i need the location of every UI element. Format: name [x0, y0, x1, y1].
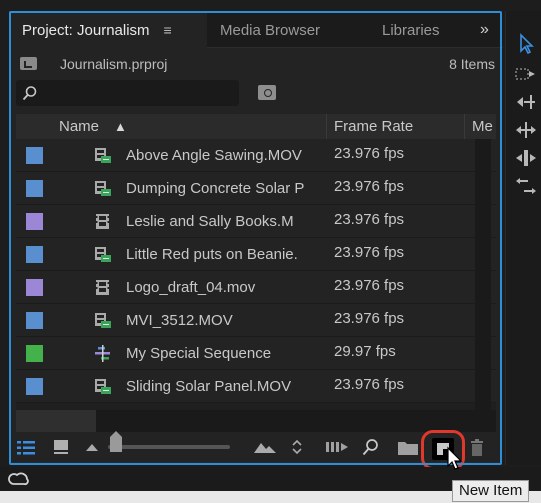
- item-frame-rate: 23.976 fps: [334, 178, 405, 195]
- clip-av-icon: [94, 180, 111, 197]
- item-frame-rate: 23.976 fps: [334, 145, 405, 162]
- zoom-in-mountain-icon[interactable]: [254, 441, 276, 453]
- table-row[interactable]: Dumping Concrete Solar P 23.976 fps: [16, 172, 496, 205]
- new-search-bin-icon[interactable]: [258, 85, 276, 100]
- project-path-row: Journalism.prproj 8 Items: [10, 52, 503, 78]
- table-row[interactable]: Little Red puts on Beanie. 23.976 fps: [16, 238, 496, 271]
- project-items-table: Name ▲ Frame Rate Me Above Angle Sawing.…: [16, 114, 496, 410]
- item-frame-rate: 23.976 fps: [334, 376, 405, 393]
- panel-tabbar: Project: Journalism ≡ Media Browser Libr…: [10, 12, 503, 48]
- premiere-window: Project: Journalism ≡ Media Browser Libr…: [0, 0, 541, 503]
- folder-up-icon[interactable]: [20, 57, 37, 70]
- panel-menu-icon[interactable]: ≡: [164, 22, 172, 38]
- label-color-swatch[interactable]: [26, 279, 43, 296]
- item-frame-rate: 23.976 fps: [334, 310, 405, 327]
- automate-to-sequence-icon[interactable]: [326, 441, 348, 453]
- clip-av-icon: [94, 312, 111, 329]
- item-frame-rate: 29.97 fps: [334, 343, 396, 360]
- tab-overflow-icon[interactable]: »: [480, 12, 489, 48]
- sort-ascending-icon[interactable]: ▲: [114, 119, 127, 134]
- table-row[interactable]: Logo_draft_04.mov 23.976 fps: [16, 271, 496, 304]
- clip-av-icon: [94, 147, 111, 164]
- item-name: Dumping Concrete Solar P: [126, 180, 305, 197]
- track-select-tool-icon[interactable]: [515, 63, 537, 85]
- zoom-slider-track[interactable]: [108, 445, 230, 449]
- clip-video-icon: [94, 213, 111, 230]
- table-header: Name ▲ Frame Rate Me: [16, 114, 496, 139]
- tab-libraries[interactable]: Libraries: [382, 12, 440, 48]
- clip-video-icon: [94, 279, 111, 296]
- tab-project-label: Project: Journalism: [22, 21, 150, 39]
- trash-icon[interactable]: [470, 439, 484, 456]
- rate-stretch-tool-icon[interactable]: [515, 147, 537, 169]
- item-frame-rate: 23.976 fps: [334, 211, 405, 228]
- tab-media-browser[interactable]: Media Browser: [220, 12, 320, 48]
- panel-bottom-toolbar: [10, 430, 503, 470]
- item-name: Sliding Solar Panel.MOV: [126, 378, 292, 395]
- zoom-out-mountain-icon[interactable]: [86, 443, 98, 451]
- item-name: Logo_draft_04.mov: [126, 279, 256, 296]
- column-frame-rate[interactable]: Frame Rate: [334, 118, 413, 135]
- item-frame-rate: 23.976 fps: [334, 277, 405, 294]
- item-name: Little Red puts on Beanie.: [126, 246, 298, 263]
- vertical-scrollbar[interactable]: [475, 139, 491, 410]
- ripple-edit-tool-icon[interactable]: [515, 91, 537, 113]
- label-color-swatch[interactable]: [26, 180, 43, 197]
- table-row[interactable]: Above Angle Sawing.MOV 23.976 fps: [16, 139, 496, 172]
- label-color-swatch[interactable]: [26, 378, 43, 395]
- horizontal-scrollbar[interactable]: [16, 410, 496, 432]
- label-color-swatch[interactable]: [26, 312, 43, 329]
- clip-av-icon: [94, 246, 111, 263]
- selection-tool-icon[interactable]: [515, 33, 537, 55]
- project-panel: Project: Journalism ≡ Media Browser Libr…: [9, 11, 503, 470]
- search-row: [10, 80, 503, 108]
- search-input[interactable]: [16, 80, 239, 106]
- project-file-name: Journalism.prproj: [60, 56, 168, 72]
- column-name[interactable]: Name: [59, 118, 99, 135]
- label-color-swatch[interactable]: [26, 213, 43, 230]
- slip-tool-icon[interactable]: [515, 175, 537, 197]
- new-item-tooltip: New Item: [452, 480, 530, 502]
- item-count: 8 Items: [449, 56, 495, 72]
- sort-icons-icon[interactable]: [292, 439, 302, 455]
- item-name: Above Angle Sawing.MOV: [126, 147, 302, 164]
- find-icon[interactable]: [362, 438, 380, 456]
- icon-view-icon[interactable]: [53, 440, 69, 455]
- column-media[interactable]: Me: [472, 118, 493, 135]
- item-name: My Special Sequence: [126, 345, 272, 362]
- clip-av-icon: [94, 378, 111, 395]
- table-row[interactable]: Leslie and Sally Books.M 23.976 fps: [16, 205, 496, 238]
- label-color-swatch[interactable]: [26, 345, 43, 362]
- label-color-swatch[interactable]: [26, 246, 43, 263]
- column-divider[interactable]: [326, 114, 327, 139]
- new-bin-icon[interactable]: [398, 440, 418, 455]
- search-icon: [22, 86, 37, 101]
- sequence-icon: [94, 345, 111, 362]
- creative-cloud-icon[interactable]: [8, 470, 30, 488]
- rolling-edit-tool-icon[interactable]: [515, 119, 537, 141]
- horizontal-scroll-thumb[interactable]: [16, 410, 96, 432]
- item-frame-rate: 23.976 fps: [334, 244, 405, 261]
- zoom-slider-thumb[interactable]: [110, 431, 122, 452]
- tab-project[interactable]: Project: Journalism ≡: [10, 12, 207, 48]
- item-name: Leslie and Sally Books.M: [126, 213, 294, 230]
- table-row[interactable]: Sliding Solar Panel.MOV 23.976 fps: [16, 370, 496, 403]
- table-row[interactable]: MVI_3512.MOV 23.976 fps: [16, 304, 496, 337]
- tools-panel: [505, 11, 541, 465]
- label-color-swatch[interactable]: [26, 147, 43, 164]
- table-row[interactable]: My Special Sequence 29.97 fps: [16, 337, 496, 370]
- mouse-pointer-icon: [447, 446, 463, 470]
- column-divider[interactable]: [464, 114, 465, 139]
- list-view-icon[interactable]: [17, 440, 35, 456]
- item-name: MVI_3512.MOV: [126, 312, 233, 329]
